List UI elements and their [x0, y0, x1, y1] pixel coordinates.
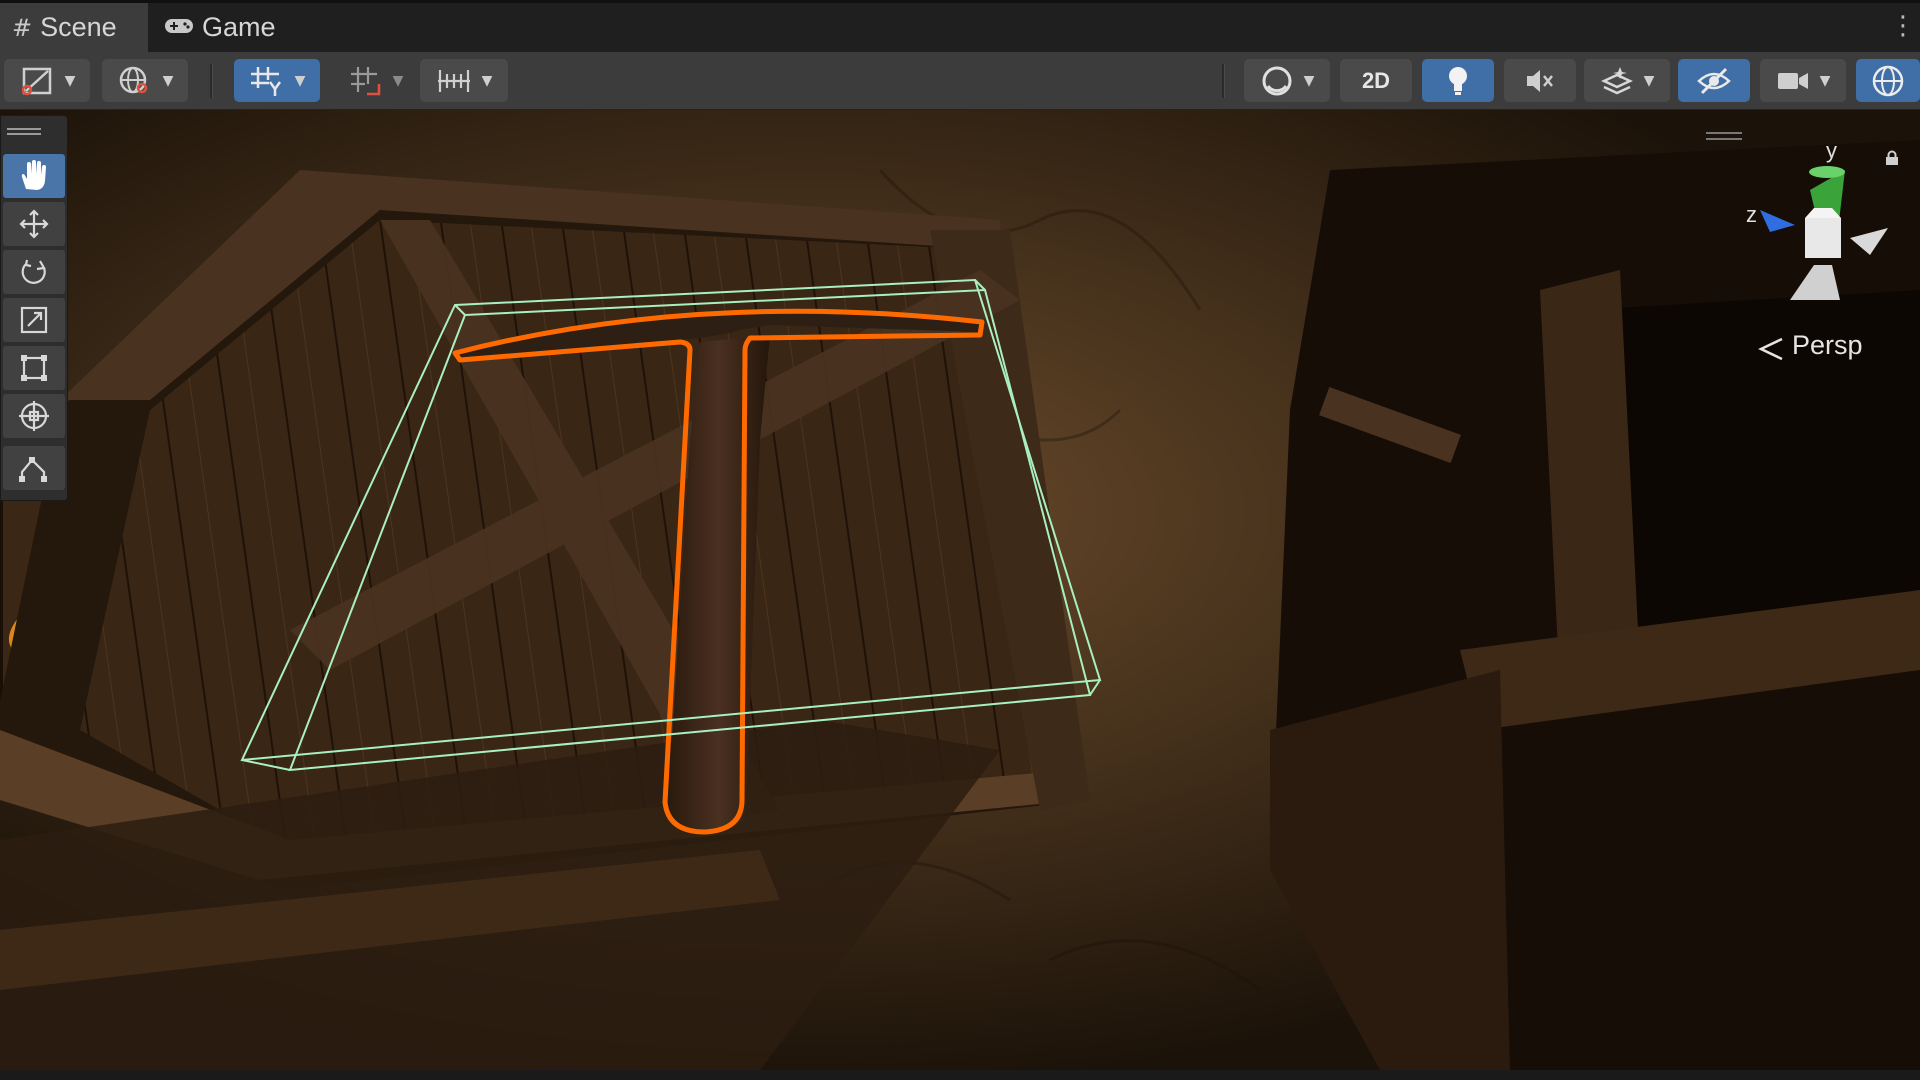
hash-icon: #	[12, 13, 33, 42]
scene-camera-dropdown[interactable]: ▼	[1760, 59, 1846, 102]
move-arrows-icon	[19, 209, 49, 239]
gizmos-dropdown[interactable]	[1856, 59, 1920, 102]
toolbar-separator	[1222, 64, 1225, 98]
shading-mode-dropdown[interactable]: ▼	[1244, 59, 1330, 102]
transform-icon	[19, 401, 49, 431]
eye-slash-icon	[1697, 67, 1731, 94]
tab-scene[interactable]: # Scene	[0, 3, 148, 52]
chevron-down-icon: ▼	[294, 72, 306, 89]
light-bulb-icon	[1449, 66, 1467, 95]
projection-mode-label[interactable]: Persp	[1792, 330, 1863, 361]
gizmo-y-label: y	[1826, 138, 1837, 163]
chevron-down-icon: ▼	[162, 72, 174, 89]
chevron-down-icon: ▼	[1303, 72, 1315, 89]
snap-grid-icon	[350, 66, 380, 95]
chevron-down-icon: ▼	[1643, 72, 1655, 89]
chevron-down-icon: ▼	[392, 72, 404, 89]
draw-mode-icon	[21, 67, 51, 95]
transform-tool-button[interactable]	[3, 394, 65, 438]
pivot-rotation-dropdown[interactable]: ▼	[102, 59, 188, 102]
ruler-icon	[437, 69, 470, 92]
path-nodes-icon	[19, 457, 47, 482]
effects-dropdown[interactable]: ▼	[1584, 59, 1670, 102]
rect-transform-icon	[21, 355, 47, 381]
palette-grip-handle[interactable]	[7, 128, 41, 135]
rotate-icon	[21, 259, 46, 284]
globe-icon	[119, 66, 147, 93]
shaded-sphere-icon	[1262, 66, 1292, 95]
hand-tool-button[interactable]	[3, 154, 65, 198]
scene-render	[0, 110, 1920, 1070]
toggle-2d-label: 2D	[1361, 67, 1391, 93]
chevron-down-icon: ▼	[481, 72, 493, 89]
tab-game[interactable]: Game	[152, 3, 312, 52]
editor-tab-bar: # Scene Game ⋮	[0, 0, 1920, 52]
chevron-down-icon: ▼	[64, 72, 76, 89]
snap-increment-dropdown[interactable]: ▼	[336, 59, 416, 102]
rotate-tool-button[interactable]	[3, 250, 65, 294]
grid-visibility-dropdown[interactable]: ▼	[234, 59, 320, 102]
move-tool-button[interactable]	[3, 202, 65, 246]
custom-editor-tool-button[interactable]	[3, 446, 65, 490]
tab-scene-label: Scene	[40, 12, 117, 42]
draw-mode-dropdown[interactable]: ▼	[4, 59, 90, 102]
gizmo-grip-handle[interactable]	[1706, 132, 1742, 140]
scene-visibility-toggle[interactable]	[1678, 59, 1750, 102]
scale-icon	[20, 306, 48, 334]
scale-tool-button[interactable]	[3, 298, 65, 342]
chevron-down-icon: ▼	[1819, 72, 1831, 89]
toggle-2d-button[interactable]: 2D	[1340, 59, 1412, 102]
bottom-border	[0, 1070, 1920, 1080]
tab-game-label: Game	[202, 12, 276, 42]
perspective-chevron-icon	[1758, 337, 1783, 361]
increment-snap-dropdown[interactable]: ▼	[420, 59, 508, 102]
effects-layers-icon	[1600, 66, 1633, 94]
audio-toggle-button[interactable]	[1504, 59, 1576, 102]
hand-icon	[21, 160, 46, 190]
camera-icon	[1777, 72, 1808, 89]
lock-icon[interactable]	[1884, 150, 1900, 166]
gizmo-z-label: z	[1746, 202, 1757, 227]
gizmo-globe-icon	[1872, 65, 1904, 96]
rect-tool-button[interactable]	[3, 346, 65, 390]
tool-palette	[0, 115, 68, 501]
scene-viewport[interactable]: y z	[0, 110, 1920, 1070]
grid-y-icon	[250, 66, 281, 96]
speaker-muted-icon	[1527, 69, 1553, 92]
toolbar-separator	[210, 64, 213, 98]
tab-menu-icon[interactable]: ⋮	[1890, 11, 1916, 41]
scene-toolbar: ▼ ▼ ▼ ▼ ▼ ▼ 2D ▼ ▼	[0, 52, 1920, 110]
lighting-toggle-button[interactable]	[1422, 59, 1494, 102]
gamepad-icon	[164, 14, 194, 42]
